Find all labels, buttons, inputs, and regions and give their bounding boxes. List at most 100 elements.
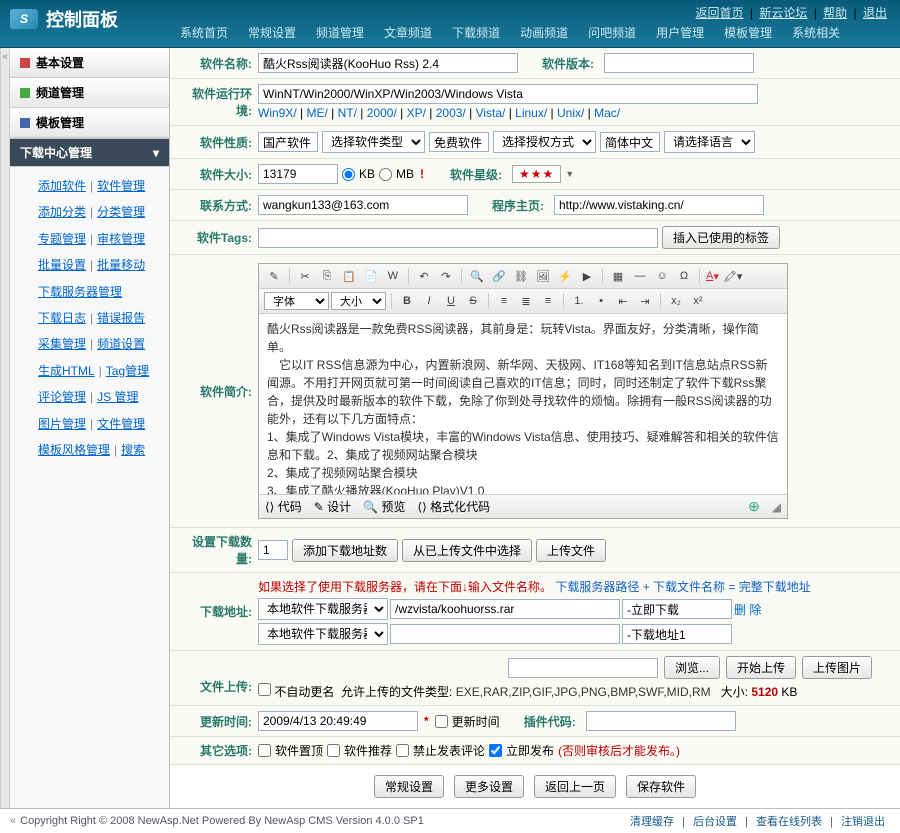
ul-icon[interactable]: • [591, 292, 611, 310]
paste-word-icon[interactable]: W [383, 267, 403, 285]
side-link[interactable]: 图片管理 [38, 417, 86, 431]
chk-update-time[interactable] [435, 715, 448, 728]
radio-kb[interactable] [342, 168, 355, 181]
align-center-icon[interactable]: ≣ [516, 292, 536, 310]
input-nature1[interactable] [258, 132, 318, 152]
env-link[interactable]: ME/ [306, 106, 327, 120]
side-link[interactable]: 专题管理 [38, 232, 86, 246]
tab-code[interactable]: ⟨⟩ 代码 [265, 498, 302, 515]
indent-icon[interactable]: ⇥ [635, 292, 655, 310]
sub-icon[interactable]: x₂ [666, 292, 686, 310]
input-plugin[interactable] [586, 711, 736, 731]
align-right-icon[interactable]: ≡ [538, 292, 558, 310]
side-link[interactable]: 模板风格管理 [38, 443, 110, 457]
editor-body[interactable]: 酷火Rss阅读器是一款免费RSS阅读器，其前身是：玩转Vista。界面友好，分类… [259, 314, 787, 494]
side-link[interactable]: 下载服务器管理 [38, 285, 122, 299]
nav-item-3[interactable]: 文章频道 [374, 18, 442, 47]
hr-icon[interactable]: ― [630, 267, 650, 285]
btn-add-addr[interactable]: 添加下载地址数 [292, 539, 398, 562]
source-icon[interactable]: ✎ [264, 267, 284, 285]
chk-top[interactable] [258, 744, 271, 757]
side-link[interactable]: 批量设置 [38, 258, 86, 272]
cut-icon[interactable]: ✂ [295, 267, 315, 285]
btn-thumb[interactable]: 上传图片 [802, 656, 872, 679]
side-link[interactable]: 分类管理 [97, 205, 145, 219]
chk-no-rename[interactable] [258, 683, 271, 696]
link-icon[interactable]: 🔗 [489, 267, 509, 285]
input-nature3[interactable] [600, 132, 660, 152]
paste-text-icon[interactable]: 📄 [361, 267, 381, 285]
tab-design[interactable]: ✎ 设计 [314, 498, 351, 515]
env-link[interactable]: Linux/ [515, 106, 547, 120]
input-dlcount[interactable] [258, 540, 288, 560]
resize-icon[interactable]: ◢ [772, 500, 781, 514]
side-link[interactable]: 评论管理 [38, 390, 86, 404]
nav-item-5[interactable]: 动画频道 [510, 18, 578, 47]
env-link[interactable]: 2000/ [367, 106, 397, 120]
star-rating[interactable]: ★★★ [512, 165, 561, 183]
nav-item-6[interactable]: 问吧频道 [578, 18, 646, 47]
side-link[interactable]: 审核管理 [97, 232, 145, 246]
footer-link[interactable]: 后台设置 [693, 816, 737, 828]
ol-icon[interactable]: 1. [569, 292, 589, 310]
input-act1[interactable] [622, 599, 732, 619]
btn-upload-file[interactable]: 上传文件 [536, 539, 606, 562]
input-file[interactable] [508, 658, 658, 678]
btn-browse[interactable]: 浏览... [664, 656, 720, 679]
tab-preview[interactable]: 🔍 预览 [363, 498, 405, 515]
tab-format[interactable]: ⟨⟩ 格式化代码 [417, 498, 490, 515]
link-delete[interactable]: 删 除 [734, 601, 761, 618]
link-exit[interactable]: 退出 [863, 6, 887, 20]
color-icon[interactable]: A▾ [705, 267, 720, 285]
side-link[interactable]: 下载日志 [38, 311, 86, 325]
side-link[interactable]: 生成HTML [38, 364, 95, 378]
media-icon[interactable]: ▶ [577, 267, 597, 285]
side-group-0[interactable]: 基本设置 [10, 48, 169, 78]
select-license[interactable]: 选择授权方式 [493, 131, 596, 153]
select-server2[interactable]: 本地软件下载服务器 [258, 623, 388, 645]
env-link[interactable]: Win9X/ [258, 106, 297, 120]
btn-start-upload[interactable]: 开始上传 [726, 656, 796, 679]
side-link[interactable]: 软件管理 [97, 179, 145, 193]
select-server1[interactable]: 本地软件下载服务器 [258, 598, 388, 620]
input-act2[interactable] [622, 624, 732, 644]
side-link[interactable]: JS 管理 [97, 390, 138, 404]
input-path1[interactable] [390, 599, 620, 619]
side-link[interactable]: 频道设置 [97, 337, 145, 351]
input-name[interactable] [258, 53, 518, 73]
unlink-icon[interactable]: ⛓ [511, 267, 531, 285]
bgcolor-icon[interactable]: 🖍▾ [722, 267, 744, 285]
footer-link[interactable]: 清理缓存 [630, 816, 674, 828]
table-icon[interactable]: ▦ [608, 267, 628, 285]
strike-icon[interactable]: S [463, 292, 483, 310]
input-tags[interactable] [258, 228, 658, 248]
image-icon[interactable]: 🖼 [533, 267, 553, 285]
select-type[interactable]: 选择软件类型 [322, 131, 425, 153]
select-lang[interactable]: 请选择语言 [664, 131, 755, 153]
btn-insert-tags[interactable]: 插入已使用的标签 [662, 226, 780, 249]
side-link[interactable]: 搜索 [121, 443, 145, 457]
find-icon[interactable]: 🔍 [467, 267, 487, 285]
font-family-select[interactable]: 字体 [264, 292, 329, 310]
nav-item-1[interactable]: 常规设置 [238, 18, 306, 47]
nav-item-9[interactable]: 系统相关 [782, 18, 850, 47]
side-link[interactable]: 添加分类 [38, 205, 86, 219]
sidebar-section-title[interactable]: 下载中心管理▾ [10, 139, 169, 167]
side-link[interactable]: 添加软件 [38, 179, 86, 193]
side-link[interactable]: 采集管理 [38, 337, 86, 351]
side-link[interactable]: 错误报告 [97, 311, 145, 325]
side-group-2[interactable]: 模板管理 [10, 108, 169, 138]
side-link[interactable]: Tag管理 [106, 364, 149, 378]
env-link[interactable]: XP/ [407, 106, 426, 120]
underline-icon[interactable]: U [441, 292, 461, 310]
input-version[interactable] [604, 53, 754, 73]
sup-icon[interactable]: x² [688, 292, 708, 310]
env-link[interactable]: NT/ [338, 106, 357, 120]
footer-link[interactable]: 查看在线列表 [756, 816, 822, 828]
expand-icon[interactable]: ⊕ [748, 498, 760, 515]
side-link[interactable]: 批量移动 [97, 258, 145, 272]
input-env[interactable] [258, 84, 758, 104]
font-size-select[interactable]: 大小 [331, 292, 386, 310]
env-link[interactable]: Unix/ [557, 106, 584, 120]
align-left-icon[interactable]: ≡ [494, 292, 514, 310]
